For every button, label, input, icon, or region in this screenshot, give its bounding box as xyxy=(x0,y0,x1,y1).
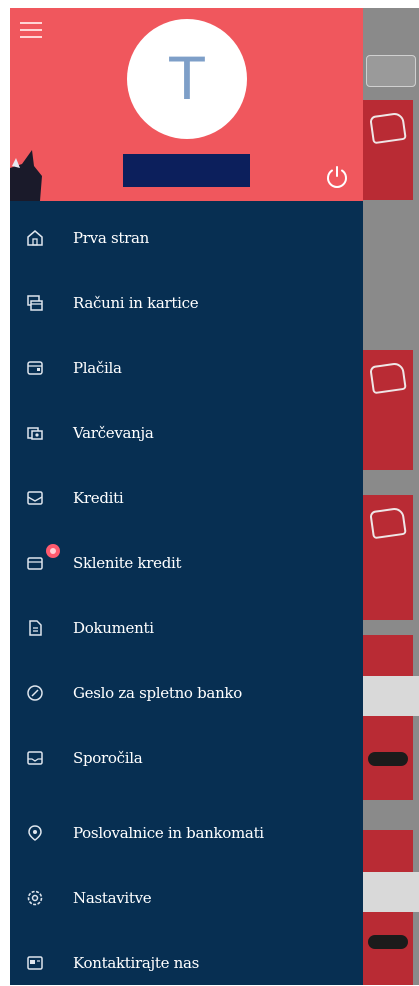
avatar[interactable]: T xyxy=(127,19,247,139)
menu-item-accounts-cards[interactable]: Računi in kartice xyxy=(10,282,363,326)
user-name-redacted xyxy=(123,154,250,187)
avatar-initial: T xyxy=(169,45,205,113)
menu-item-label: Geslo za spletno banko xyxy=(73,684,242,702)
menu-item-savings[interactable]: Varčevanja xyxy=(10,412,363,456)
home-icon xyxy=(27,230,43,246)
wallet-icon xyxy=(369,111,407,145)
menu-item-home[interactable]: Prva stran xyxy=(10,217,363,261)
menu-item-documents[interactable]: Dokumenti xyxy=(10,607,363,651)
settings-icon xyxy=(27,890,43,906)
payments-icon xyxy=(27,361,43,375)
background-card xyxy=(363,350,413,470)
drawer-header: T xyxy=(10,8,363,201)
corner-illustration-icon xyxy=(10,150,42,201)
menu-item-label: Kontaktirajte nas xyxy=(73,954,200,972)
cards-icon xyxy=(27,295,43,311)
menu-item-password[interactable]: Geslo za spletno banko xyxy=(10,672,363,716)
menu-item-label: Krediti xyxy=(73,489,124,507)
menu-item-label: Plačila xyxy=(73,359,122,377)
background-card xyxy=(363,635,413,800)
menu-item-label: Prva stran xyxy=(73,229,149,247)
menu-item-label: Dokumenti xyxy=(73,619,154,637)
documents-icon xyxy=(29,620,42,636)
background-search-field xyxy=(366,55,416,87)
menu-item-label: Računi in kartice xyxy=(73,294,199,312)
background-strip xyxy=(363,676,419,716)
logout-power-icon[interactable] xyxy=(323,163,351,191)
branches-icon xyxy=(28,825,42,841)
menu-item-label: Varčevanja xyxy=(73,424,154,442)
loans-icon xyxy=(27,491,43,505)
menu-item-branches-atms[interactable]: Poslovalnice in bankomati xyxy=(10,812,363,856)
menu-item-label: Nastavitve xyxy=(73,889,152,907)
hamburger-menu-icon[interactable] xyxy=(20,22,42,40)
menu-item-settings[interactable]: Nastavitve xyxy=(10,877,363,921)
savings-icon xyxy=(27,427,43,440)
background-card xyxy=(363,100,413,200)
background-strip xyxy=(363,872,419,912)
background-pill xyxy=(368,752,408,766)
menu-item-loans[interactable]: Krediti xyxy=(10,477,363,521)
menu-item-label: Sklenite kredit xyxy=(73,554,182,572)
navigation-drawer: T Prva stran Računi in kartice Plačila V… xyxy=(10,8,363,985)
background-card xyxy=(363,495,413,620)
menu-item-payments[interactable]: Plačila xyxy=(10,347,363,391)
wallet-icon xyxy=(369,506,407,540)
apply-loan-icon xyxy=(27,557,43,570)
password-icon xyxy=(27,685,43,701)
menu-item-label: Poslovalnice in bankomati xyxy=(73,824,264,842)
contact-icon xyxy=(27,956,43,970)
notification-badge-icon xyxy=(46,544,60,558)
menu-item-contact[interactable]: Kontaktirajte nas xyxy=(10,942,363,986)
menu-item-apply-loan[interactable]: Sklenite kredit xyxy=(10,542,363,586)
wallet-icon xyxy=(369,361,407,395)
menu-item-messages[interactable]: Sporočila xyxy=(10,737,363,781)
messages-icon xyxy=(27,751,43,765)
menu-item-label: Sporočila xyxy=(73,749,143,767)
background-pill xyxy=(368,935,408,949)
